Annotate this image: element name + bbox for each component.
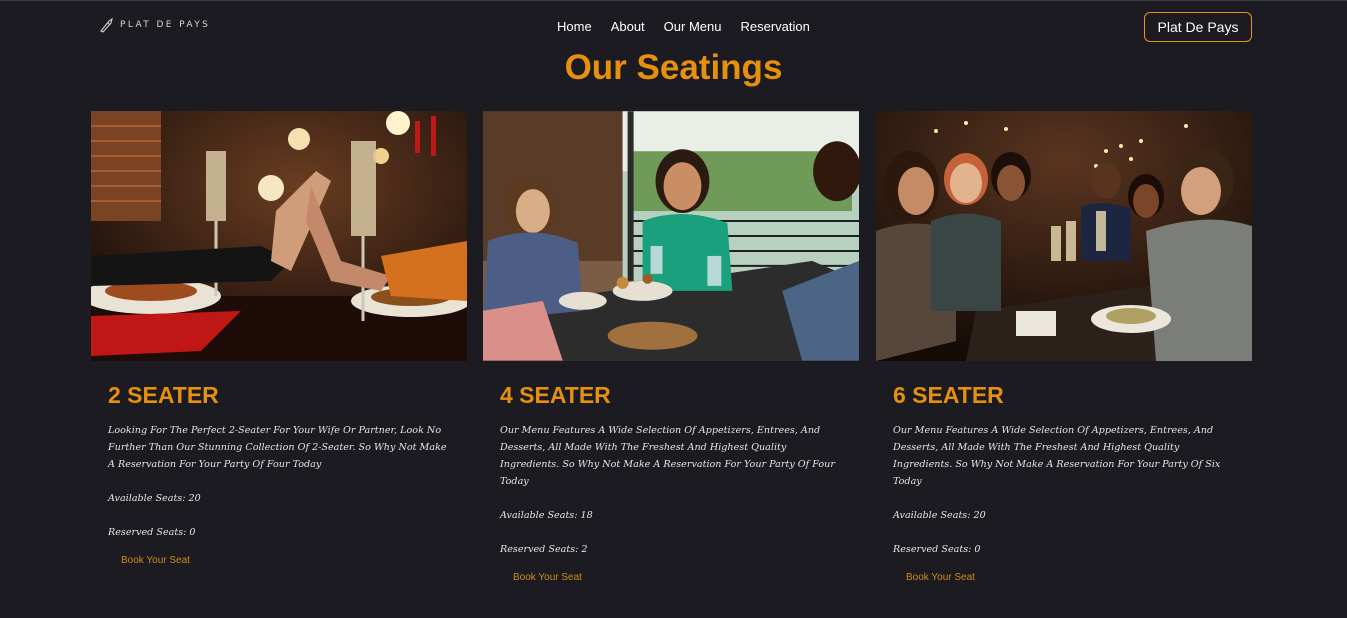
nav-reservation[interactable]: Reservation <box>740 19 809 34</box>
brand-logo[interactable]: PLAT DE PAYS <box>99 17 210 33</box>
card-description: Our Menu Features A Wide Selection Of Ap… <box>500 425 835 487</box>
brand-name: PLAT DE PAYS <box>120 20 211 30</box>
card-body: 2 SEATER Looking For The Perfect 2-Seate… <box>91 381 467 568</box>
nav-our-menu[interactable]: Our Menu <box>664 19 722 34</box>
card-heading: 2 SEATER <box>108 382 219 408</box>
book-seat-button[interactable]: Book Your Seat <box>513 572 582 583</box>
friends-lunch-image <box>483 111 859 361</box>
available-seats: Available Seats: 20 <box>108 493 201 504</box>
available-seats: Available Seats: 20 <box>893 510 986 521</box>
couple-dinner-image <box>91 111 467 361</box>
card-body: 4 SEATER Our Menu Features A Wide Select… <box>483 381 859 585</box>
seating-card-6: 6 SEATER Our Menu Features A Wide Select… <box>876 111 1252 585</box>
nav-home[interactable]: Home <box>557 19 592 34</box>
book-seat-button[interactable]: Book Your Seat <box>121 555 190 566</box>
card-heading: 6 SEATER <box>893 382 1004 408</box>
reserved-seats: Reserved Seats: 0 <box>108 527 196 538</box>
book-seat-button[interactable]: Book Your Seat <box>906 572 975 583</box>
site-header: PLAT DE PAYS Home About Our Menu Reserva… <box>0 1 1347 51</box>
chef-knife-icon <box>100 17 113 33</box>
page: PLAT DE PAYS Home About Our Menu Reserva… <box>0 0 1347 618</box>
group-dinner-image <box>876 111 1252 361</box>
seating-card-2: 2 SEATER Looking For The Perfect 2-Seate… <box>91 111 467 568</box>
available-seats: Available Seats: 18 <box>500 510 593 521</box>
card-description: Our Menu Features A Wide Selection Of Ap… <box>893 425 1221 487</box>
card-heading: 4 SEATER <box>500 382 611 408</box>
main-nav: Home About Our Menu Reservation <box>557 19 810 34</box>
seating-card-4: 4 SEATER Our Menu Features A Wide Select… <box>483 111 859 585</box>
reserved-seats: Reserved Seats: 0 <box>893 544 981 555</box>
reserved-seats: Reserved Seats: 2 <box>500 544 588 555</box>
nav-about[interactable]: About <box>611 19 645 34</box>
header-cta-button[interactable]: Plat De Pays <box>1144 12 1252 42</box>
card-description: Looking For The Perfect 2-Seater For You… <box>108 425 447 470</box>
page-title: Our Seatings <box>564 48 783 87</box>
card-body: 6 SEATER Our Menu Features A Wide Select… <box>876 381 1252 585</box>
